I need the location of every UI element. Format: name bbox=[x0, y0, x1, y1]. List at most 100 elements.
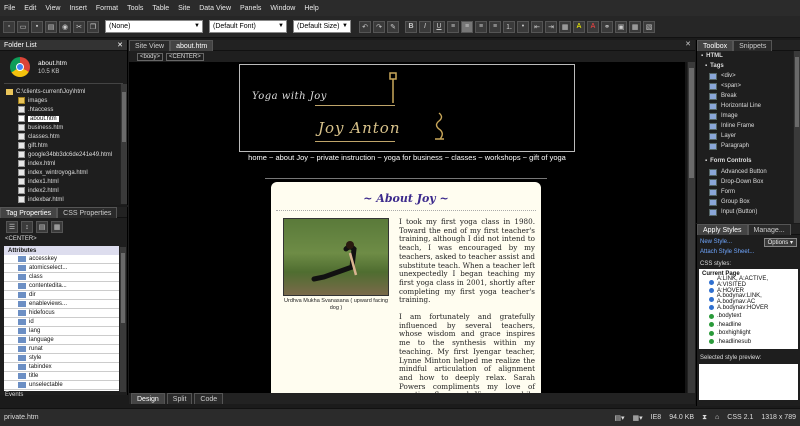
cut-icon[interactable]: ✂ bbox=[73, 20, 85, 33]
toolbox-item[interactable]: Input (Button) bbox=[697, 207, 800, 217]
insert-layer-icon[interactable]: ▧ bbox=[643, 20, 655, 33]
style-select[interactable]: (None) ▼ bbox=[105, 20, 203, 33]
tab-code[interactable]: Code bbox=[194, 393, 224, 404]
attribute-row[interactable]: hidefocus bbox=[4, 309, 119, 318]
toolbox-html-group[interactable]: ▪ HTML bbox=[697, 51, 800, 61]
new-style-link[interactable]: New Style... bbox=[700, 239, 732, 245]
attribute-row[interactable]: visible bbox=[4, 390, 119, 391]
bold-icon[interactable]: B bbox=[405, 20, 417, 33]
attribute-row[interactable]: dir bbox=[4, 291, 119, 300]
highlight-icon[interactable]: A bbox=[573, 20, 585, 33]
attach-style-sheet-link[interactable]: Attach Style Sheet... bbox=[697, 249, 800, 259]
toolbox-item[interactable]: Break bbox=[697, 91, 800, 101]
css-style-item[interactable]: .headlinesub bbox=[699, 338, 798, 347]
attribute-row[interactable]: language bbox=[4, 336, 119, 345]
underline-icon[interactable]: U bbox=[433, 20, 445, 33]
menu-file[interactable]: File bbox=[4, 5, 15, 12]
menu-view[interactable]: View bbox=[45, 5, 60, 12]
attribute-row[interactable]: class bbox=[4, 273, 119, 282]
toolbox-item[interactable]: Horizontal Line bbox=[697, 101, 800, 111]
attribute-row[interactable]: accesskey bbox=[4, 255, 119, 264]
menu-data-view[interactable]: Data View bbox=[199, 5, 231, 12]
print-icon[interactable]: ▤ bbox=[45, 20, 57, 33]
folder-list-scrollbar[interactable] bbox=[120, 84, 127, 204]
align-right-icon[interactable]: ≡ bbox=[475, 20, 487, 33]
css-style-item[interactable]: .headline bbox=[699, 321, 798, 330]
attribute-row[interactable]: style bbox=[4, 354, 119, 363]
toolbox-item[interactable]: <div> bbox=[697, 71, 800, 81]
toolbox-item[interactable]: Layer bbox=[697, 131, 800, 141]
css-style-item[interactable]: A:LINK, A:ACTIVE, A:VISITED bbox=[699, 276, 798, 288]
toolbox-item[interactable]: Group Box bbox=[697, 197, 800, 207]
menu-site[interactable]: Site bbox=[178, 5, 190, 12]
close-icon[interactable]: ✕ bbox=[117, 41, 123, 49]
tab-tag-properties[interactable]: Tag Properties bbox=[0, 207, 58, 218]
list-item[interactable]: index1.html bbox=[0, 177, 127, 186]
quick-tag-body[interactable]: <body> bbox=[137, 52, 164, 61]
close-icon[interactable]: ✕ bbox=[685, 40, 691, 50]
tag-icon[interactable]: ▦ bbox=[51, 221, 63, 233]
attribute-row[interactable]: enableviews... bbox=[4, 300, 119, 309]
format-painter-icon[interactable]: ✎ bbox=[387, 20, 399, 33]
attribute-row[interactable]: lang bbox=[4, 327, 119, 336]
tab-design[interactable]: Design bbox=[131, 393, 165, 404]
menu-edit[interactable]: Edit bbox=[24, 5, 36, 12]
tab-site-view[interactable]: Site View bbox=[129, 40, 171, 51]
open-icon[interactable]: ▭ bbox=[17, 20, 29, 33]
sort-alpha-icon[interactable]: ↕ bbox=[21, 221, 33, 233]
toolbox-tags-group[interactable]: ▪ Tags bbox=[697, 61, 800, 71]
list-item[interactable]: indexbar.html bbox=[0, 195, 127, 204]
toolbox-item[interactable]: Drop-Down Box bbox=[697, 177, 800, 187]
menu-table[interactable]: Table bbox=[152, 5, 169, 12]
document-scrollbar[interactable] bbox=[687, 62, 695, 393]
visual-aids-icon[interactable]: ▤▾ bbox=[614, 414, 624, 422]
status-ie-version[interactable]: IE8 bbox=[651, 414, 662, 421]
toolbox-scrollbar[interactable] bbox=[793, 51, 800, 223]
quick-tag-center[interactable]: <CENTER> bbox=[166, 52, 204, 61]
justify-icon[interactable]: ≡ bbox=[489, 20, 501, 33]
list-item[interactable]: gift.htm bbox=[0, 141, 127, 150]
attribute-row[interactable]: title bbox=[4, 372, 119, 381]
categorize-icon[interactable]: ☰ bbox=[6, 221, 18, 233]
css-style-item[interactable]: .boxhighlight bbox=[699, 329, 798, 338]
folder-root[interactable]: C:\clients-current\Joy\html bbox=[0, 87, 127, 96]
italic-icon[interactable]: I bbox=[419, 20, 431, 33]
toolbox-item[interactable]: Inline Frame bbox=[697, 121, 800, 131]
attribute-row[interactable]: tabindex bbox=[4, 363, 119, 372]
status-css-version[interactable]: CSS 2.1 bbox=[727, 414, 753, 421]
tab-snippets[interactable]: Snippets bbox=[733, 40, 773, 51]
list-item[interactable]: google34bb3dc6de241e49.html bbox=[0, 150, 127, 159]
toolbox-item[interactable]: Advanced Button bbox=[697, 167, 800, 177]
menu-window[interactable]: Window bbox=[270, 5, 295, 12]
list-item[interactable]: images bbox=[0, 96, 127, 105]
save-icon[interactable]: ▪ bbox=[31, 20, 43, 33]
options-button[interactable]: Options ▾ bbox=[763, 237, 797, 247]
tab-manage-styles[interactable]: Manage... bbox=[747, 224, 791, 235]
preview-icon[interactable]: ◉ bbox=[59, 20, 71, 33]
tab-toolbox[interactable]: Toolbox bbox=[697, 40, 734, 51]
attributes-scrollbar[interactable] bbox=[119, 247, 126, 392]
tab-css-properties[interactable]: CSS Properties bbox=[57, 207, 118, 218]
toolbox-item[interactable]: Paragraph bbox=[697, 141, 800, 151]
show-set-icon[interactable]: ▤ bbox=[36, 221, 48, 233]
attribute-row[interactable]: contentedita... bbox=[4, 282, 119, 291]
undo-icon[interactable]: ↶ bbox=[359, 20, 371, 33]
attribute-row[interactable]: runat bbox=[4, 345, 119, 354]
numbered-list-icon[interactable]: ⒈ bbox=[503, 20, 515, 33]
list-item[interactable]: index_wintroyoga.html bbox=[0, 168, 127, 177]
design-canvas[interactable]: Yoga with Joy Joy Anton home ~ about Joy… bbox=[129, 62, 685, 393]
font-select[interactable]: (Default Font) ▼ bbox=[209, 20, 287, 33]
list-item[interactable]: about.htm bbox=[0, 114, 127, 123]
attribute-row[interactable]: unselectable bbox=[4, 381, 119, 390]
border-icon[interactable]: ▦ bbox=[559, 20, 571, 33]
align-left-icon[interactable]: ≡ bbox=[447, 20, 459, 33]
toolbox-form-controls-group[interactable]: ▪ Form Controls bbox=[697, 155, 800, 167]
list-item[interactable]: .htaccess bbox=[0, 105, 127, 114]
toolbox-item[interactable]: Form bbox=[697, 187, 800, 197]
redo-icon[interactable]: ↷ bbox=[373, 20, 385, 33]
size-select[interactable]: (Default Size) ▼ bbox=[293, 20, 351, 33]
status-page-dimensions[interactable]: 1318 x 789 bbox=[761, 414, 796, 421]
style-app-icon[interactable]: ▦▾ bbox=[633, 414, 643, 422]
font-color-icon[interactable]: A bbox=[587, 20, 599, 33]
css-style-item[interactable]: A.bodynav:LINK, A.bodynav:AC bbox=[699, 293, 798, 305]
